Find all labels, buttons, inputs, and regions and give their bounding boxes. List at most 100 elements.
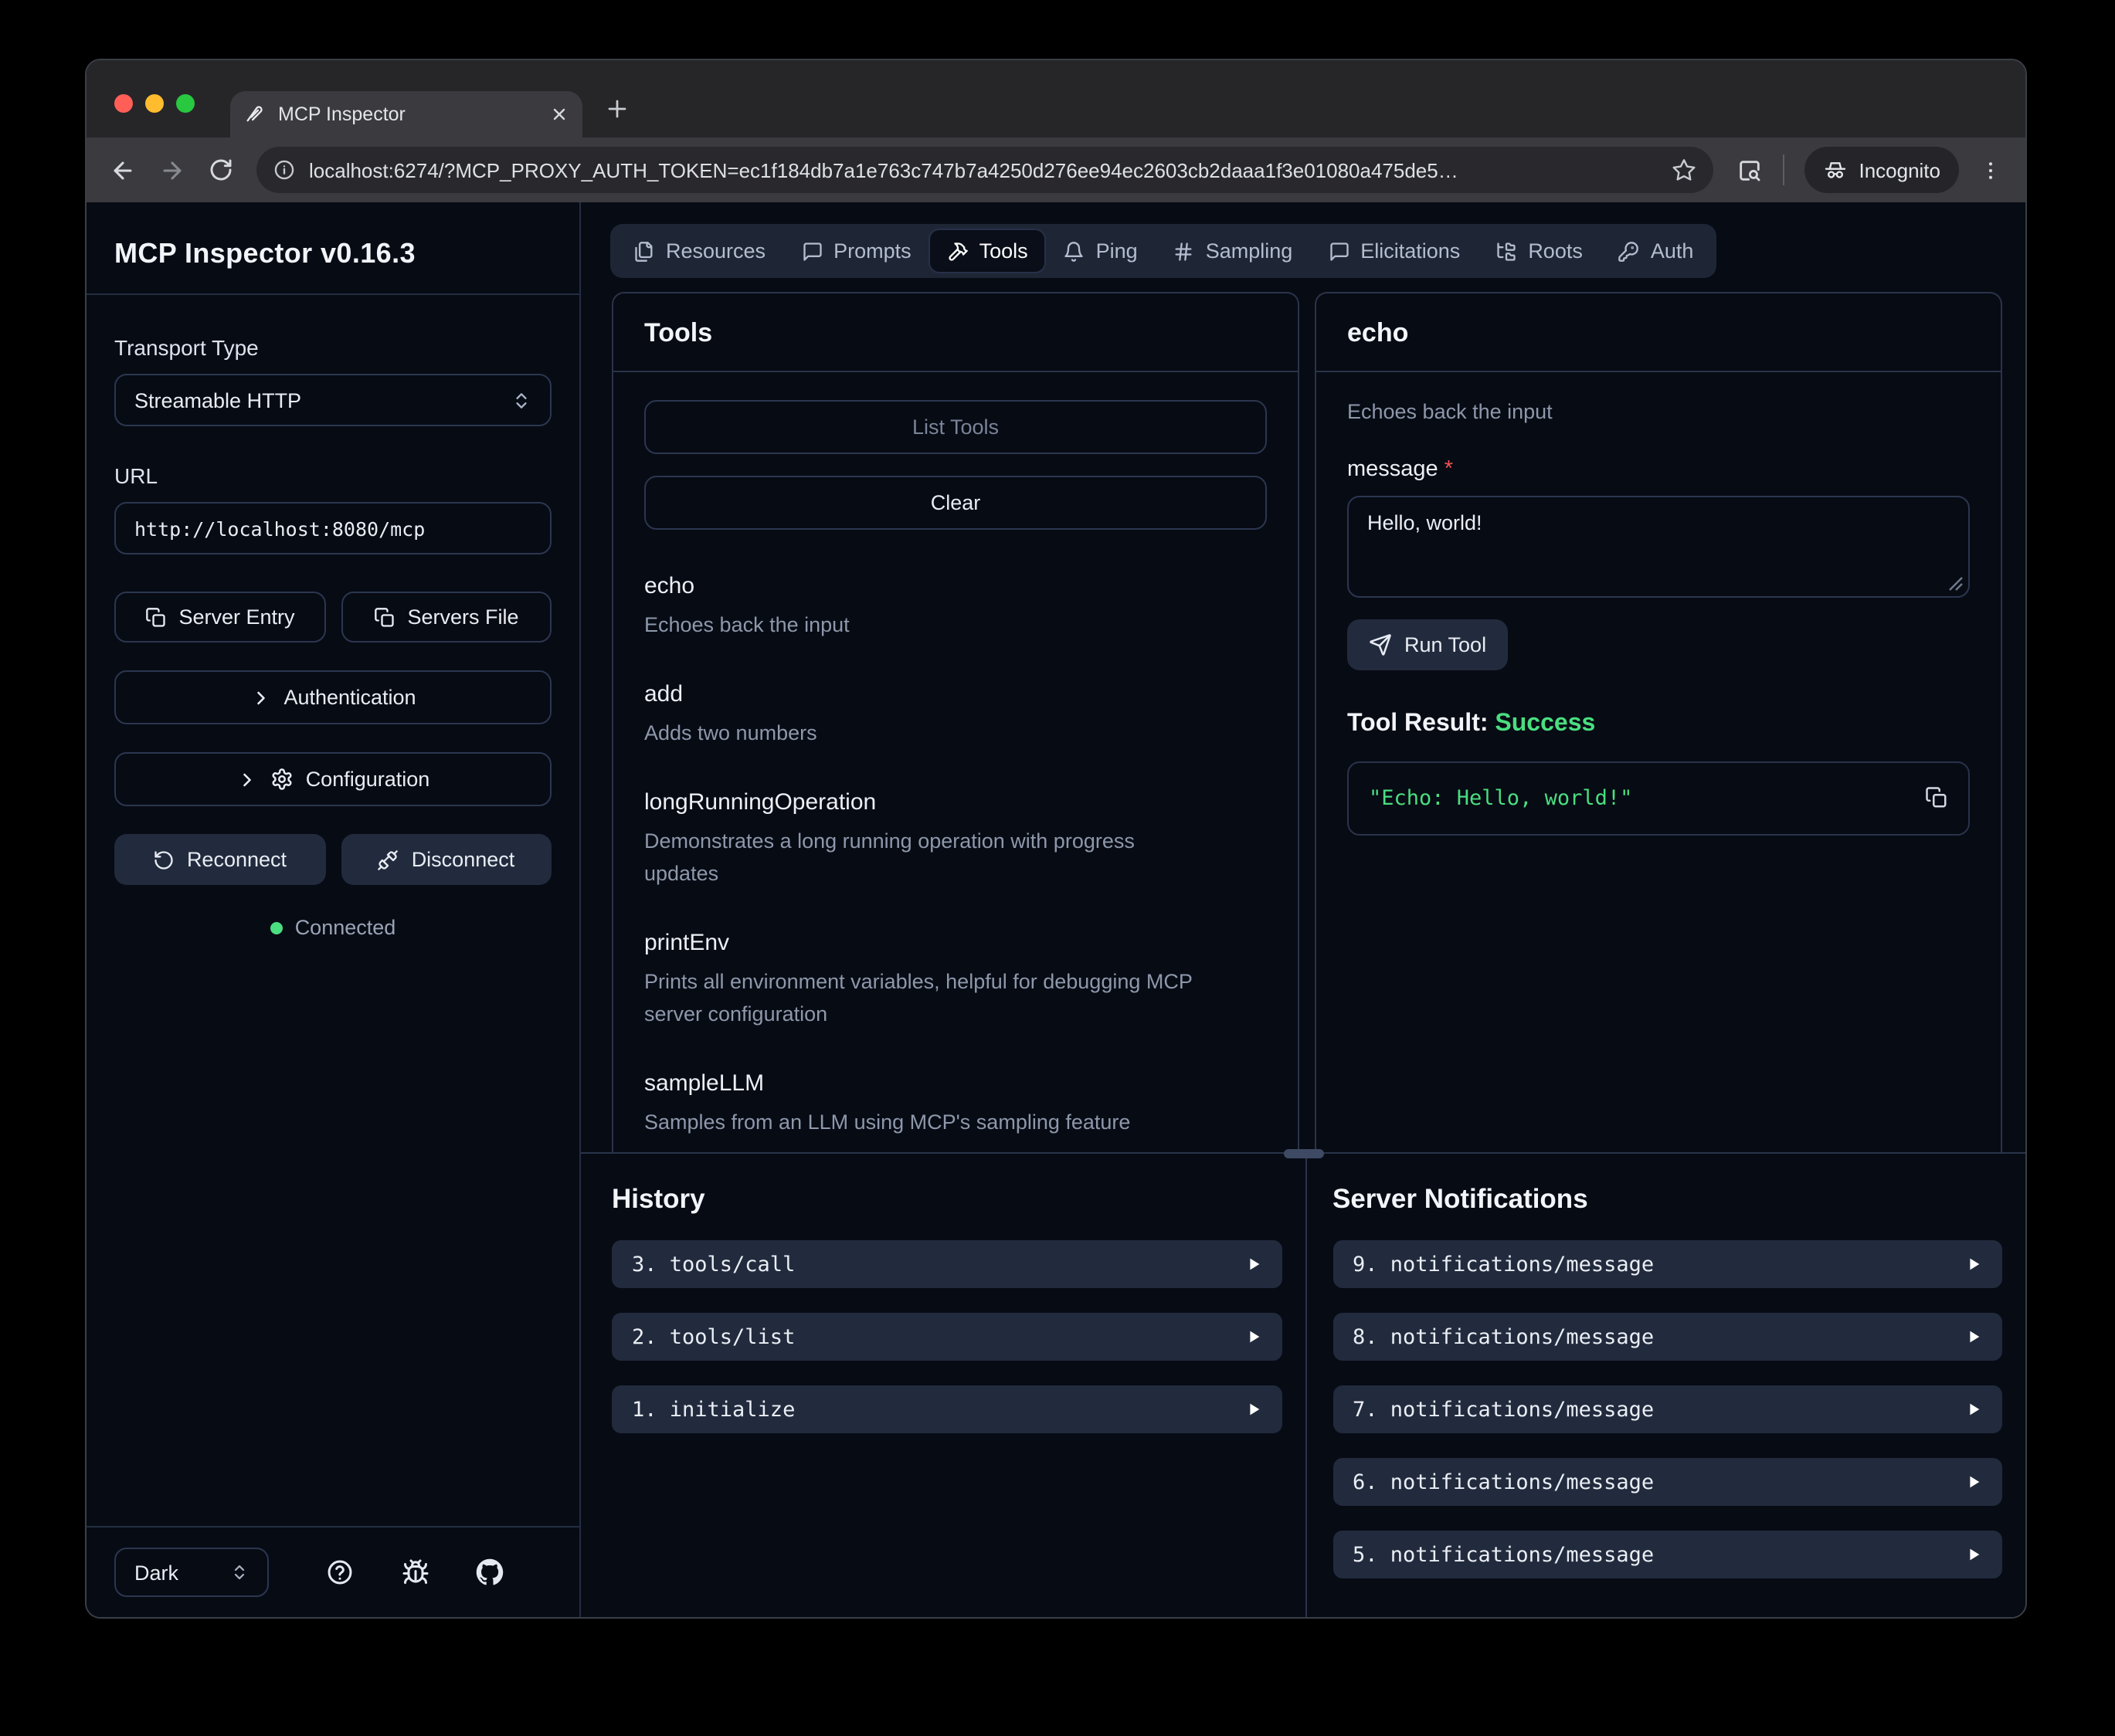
help-icon[interactable]: [326, 1558, 354, 1586]
bug-icon[interactable]: [401, 1558, 429, 1586]
tool-list-item[interactable]: echo Echoes back the input: [644, 573, 1267, 643]
expand-arrow-icon[interactable]: [1244, 1256, 1261, 1273]
tool-list-item[interactable]: printEnv Prints all environment variable…: [644, 929, 1267, 1031]
copy-result-icon[interactable]: [1925, 786, 1948, 809]
expand-arrow-icon[interactable]: [1965, 1401, 1982, 1418]
close-window-button[interactable]: [114, 94, 133, 113]
reconnect-button[interactable]: Reconnect: [114, 834, 325, 885]
notification-item[interactable]: 7. notifications/message: [1332, 1385, 2002, 1433]
tool-list-item[interactable]: longRunningOperation Demonstrates a long…: [644, 789, 1267, 891]
tab-tools[interactable]: Tools: [930, 230, 1045, 272]
site-info-icon[interactable]: [273, 159, 295, 181]
notification-item-label: 7. notifications/message: [1353, 1397, 1654, 1422]
chevron-right-icon: [250, 687, 271, 708]
back-icon[interactable]: [110, 157, 136, 183]
message-square-icon: [1328, 240, 1349, 262]
notification-item[interactable]: 9. notifications/message: [1332, 1240, 2002, 1288]
authentication-expander[interactable]: Authentication: [114, 670, 552, 724]
tab-title: MCP Inspector: [278, 103, 538, 125]
tab-ping[interactable]: Ping: [1047, 230, 1155, 272]
panel-resize-divider[interactable]: [581, 1152, 2025, 1154]
theme-select[interactable]: Dark: [114, 1548, 269, 1597]
connection-status-label: Connected: [295, 916, 396, 939]
url-text[interactable]: localhost:6274/?MCP_PROXY_AUTH_TOKEN=ec1…: [309, 158, 1658, 181]
expand-arrow-icon[interactable]: [1965, 1328, 1982, 1345]
github-icon[interactable]: [477, 1558, 504, 1586]
transport-type-select[interactable]: Streamable HTTP: [114, 374, 552, 426]
feature-tabs: Resources Prompts Tools Ping: [610, 224, 1716, 278]
configuration-expander[interactable]: Configuration: [114, 752, 552, 806]
tab-close-icon[interactable]: [550, 105, 569, 124]
browser-menu-icon[interactable]: [1979, 158, 2002, 181]
new-tab-button[interactable]: [606, 97, 629, 120]
gear-icon: [270, 768, 294, 791]
resize-handle[interactable]: [1283, 1149, 1323, 1158]
tab-auth[interactable]: Auth: [1601, 230, 1711, 272]
browser-toolbar: localhost:6274/?MCP_PROXY_AUTH_TOKEN=ec1…: [87, 137, 2025, 202]
tab-sampling[interactable]: Sampling: [1156, 230, 1310, 272]
reconnect-label: Reconnect: [187, 848, 287, 871]
notification-item[interactable]: 8. notifications/message: [1332, 1313, 2002, 1361]
expand-arrow-icon[interactable]: [1244, 1328, 1261, 1345]
sidebar-footer: Dark: [87, 1526, 579, 1617]
forward-icon[interactable]: [159, 157, 185, 183]
incognito-icon: [1823, 158, 1848, 182]
notification-item[interactable]: 6. notifications/message: [1332, 1458, 2002, 1506]
tool-description: Adds two numbers: [644, 718, 1267, 751]
disconnect-button[interactable]: Disconnect: [341, 834, 552, 885]
expand-arrow-icon[interactable]: [1244, 1401, 1261, 1418]
run-tool-button[interactable]: Run Tool: [1347, 619, 1508, 670]
history-item[interactable]: 2. tools/list: [612, 1313, 1282, 1361]
tab-elicitations[interactable]: Elicitations: [1311, 230, 1477, 272]
param-label: message *: [1347, 457, 1970, 482]
bookmark-star-icon[interactable]: [1672, 158, 1696, 182]
resize-grip-icon[interactable]: [1948, 576, 1964, 592]
browser-tab[interactable]: MCP Inspector: [230, 91, 582, 137]
server-url-input[interactable]: http://localhost:8080/mcp: [114, 502, 552, 554]
tab-roots[interactable]: Roots: [1478, 230, 1600, 272]
tool-list-item[interactable]: sampleLLM Samples from an LLM using MCP'…: [644, 1070, 1267, 1139]
message-param-input[interactable]: Hello, world!: [1347, 496, 1970, 598]
app-root: MCP Inspector v0.16.3 Transport Type Str…: [87, 202, 2025, 1617]
history-item[interactable]: 1. initialize: [612, 1385, 1282, 1433]
search-tabs-icon[interactable]: [1736, 157, 1763, 183]
server-notifications-title: Server Notifications: [1332, 1183, 2002, 1216]
tool-description: Prints all environment variables, helpfu…: [644, 966, 1231, 1031]
tool-result-status: Success: [1495, 710, 1595, 737]
tool-list-item[interactable]: add Adds two numbers: [644, 681, 1267, 751]
history-item-label: 1. initialize: [632, 1397, 795, 1422]
connected-dot-icon: [270, 921, 283, 934]
server-entry-button[interactable]: Server Entry: [114, 592, 325, 643]
list-tools-button[interactable]: List Tools: [644, 400, 1267, 454]
hash-icon: [1173, 240, 1195, 262]
run-tool-label: Run Tool: [1404, 633, 1486, 656]
history-item[interactable]: 3. tools/call: [612, 1240, 1282, 1288]
expand-arrow-icon[interactable]: [1965, 1546, 1982, 1563]
hammer-icon: [947, 240, 969, 262]
incognito-label: Incognito: [1859, 158, 1940, 181]
tool-name: add: [644, 681, 1267, 707]
tab-label: Ping: [1096, 239, 1138, 263]
files-icon: [633, 240, 655, 262]
notification-item[interactable]: 5. notifications/message: [1332, 1531, 2002, 1578]
tab-prompts[interactable]: Prompts: [784, 230, 928, 272]
clear-tools-button[interactable]: Clear: [644, 476, 1267, 530]
expand-arrow-icon[interactable]: [1965, 1256, 1982, 1273]
tab-resources[interactable]: Resources: [616, 230, 783, 272]
reload-icon[interactable]: [209, 158, 233, 182]
copy-icon: [373, 606, 395, 628]
zoom-window-button[interactable]: [176, 94, 195, 113]
tools-panel-title: Tools: [644, 318, 1267, 349]
servers-file-button[interactable]: Servers File: [341, 592, 552, 643]
address-bar[interactable]: localhost:6274/?MCP_PROXY_AUTH_TOKEN=ec1…: [256, 147, 1713, 193]
chevrons-up-down-icon: [230, 1563, 249, 1582]
expand-arrow-icon[interactable]: [1965, 1473, 1982, 1490]
tool-description: Demonstrates a long running operation wi…: [644, 826, 1200, 891]
browser-window: MCP Inspector: [85, 59, 2027, 1619]
tab-label: Auth: [1651, 239, 1694, 263]
bell-icon: [1064, 240, 1085, 262]
window-controls: [114, 94, 195, 113]
url-label: URL: [114, 463, 552, 488]
tab-label: Tools: [979, 239, 1028, 263]
minimize-window-button[interactable]: [145, 94, 164, 113]
